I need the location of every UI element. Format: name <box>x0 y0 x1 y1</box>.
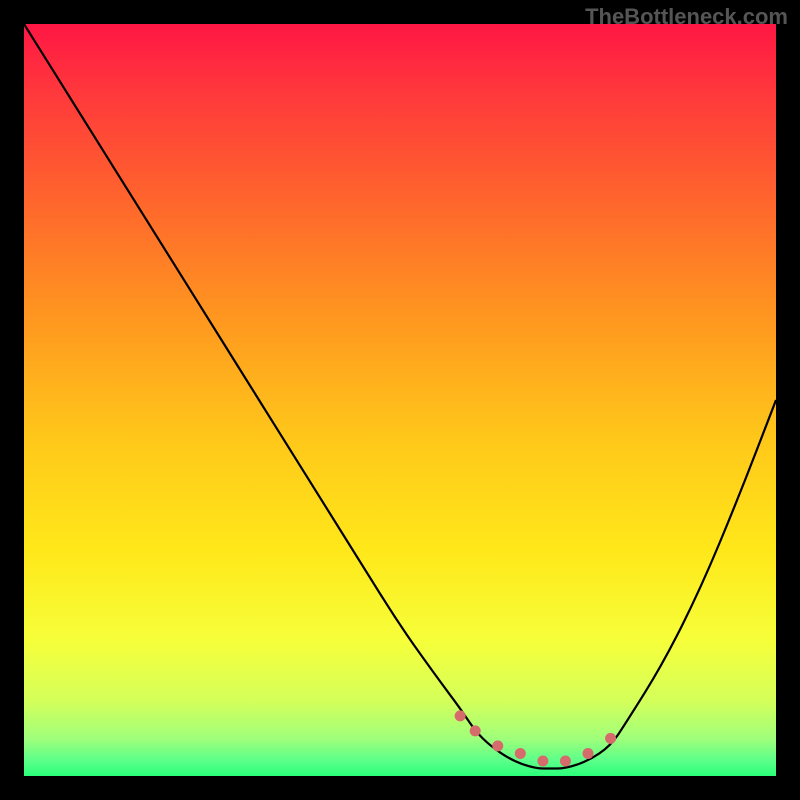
optimal-range-dot <box>492 740 503 751</box>
optimal-range-dot <box>583 748 594 759</box>
watermark-text: TheBottleneck.com <box>585 4 788 30</box>
optimal-range-dot <box>455 710 466 721</box>
optimal-range-dot <box>470 725 481 736</box>
optimal-range-dot <box>560 755 571 766</box>
optimal-range-dot <box>515 748 526 759</box>
chart-plot-area <box>24 24 776 776</box>
chart-curve <box>24 24 776 776</box>
optimal-range-dot <box>537 755 548 766</box>
optimal-range-dot <box>605 733 616 744</box>
